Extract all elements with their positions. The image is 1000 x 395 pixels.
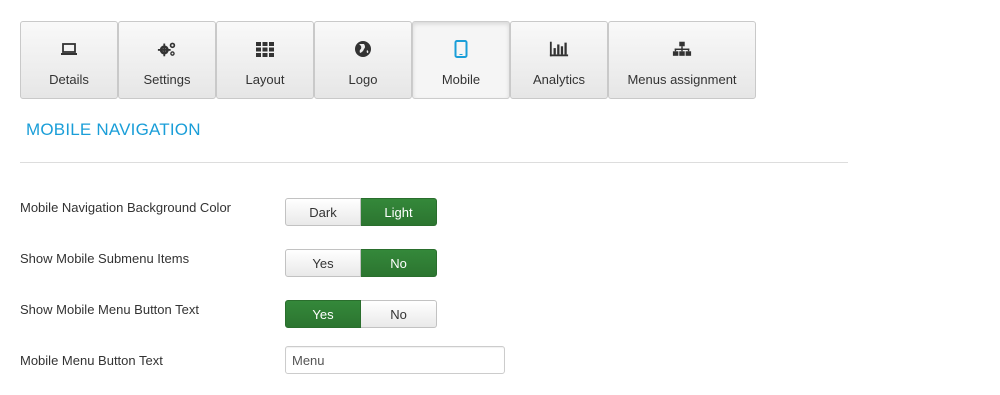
laptop-icon	[59, 40, 79, 58]
button-text-toggle: Yes No	[285, 300, 437, 328]
submenu-yes-option[interactable]: Yes	[285, 249, 361, 277]
tab-label: Logo	[348, 72, 378, 87]
bg-color-label: Mobile Navigation Background Color	[20, 200, 232, 215]
button-text-label: Mobile Menu Button Text	[20, 353, 163, 368]
tab-label: Menus assignment	[627, 72, 737, 87]
bg-color-toggle: Dark Light	[285, 198, 437, 226]
bar-chart-icon	[549, 40, 569, 58]
button-text-yes-option[interactable]: Yes	[285, 300, 361, 328]
tab-layout[interactable]: Layout	[216, 21, 314, 99]
submenu-label: Show Mobile Submenu Items	[20, 251, 190, 266]
tab-label: Mobile	[441, 72, 481, 87]
button-text-toggle-label: Show Mobile Menu Button Text	[20, 302, 199, 317]
submenu-no-option[interactable]: No	[361, 249, 437, 277]
dark-option[interactable]: Dark	[285, 198, 361, 226]
light-option[interactable]: Light	[361, 198, 437, 226]
grid-icon	[255, 40, 275, 58]
globe-icon	[353, 40, 373, 58]
cogs-icon	[157, 40, 177, 58]
button-text-input[interactable]	[285, 346, 505, 374]
tab-menus-assignment[interactable]: Menus assignment	[608, 21, 756, 99]
tab-label: Analytics	[532, 72, 586, 87]
tab-mobile[interactable]: Mobile	[412, 21, 510, 99]
submenu-toggle: Yes No	[285, 249, 437, 277]
tab-settings[interactable]: Settings	[118, 21, 216, 99]
tab-details[interactable]: Details	[20, 21, 118, 99]
tab-logo[interactable]: Logo	[314, 21, 412, 99]
sitemap-icon	[672, 40, 692, 58]
tab-label: Layout	[245, 72, 285, 87]
tab-bar: Details Settings Layout Logo Mobile Anal…	[20, 21, 756, 99]
tab-label: Details	[49, 72, 89, 87]
tab-analytics[interactable]: Analytics	[510, 21, 608, 99]
tab-label: Settings	[143, 72, 191, 87]
divider	[20, 162, 848, 163]
button-text-no-option[interactable]: No	[361, 300, 437, 328]
section-title: MOBILE NAVIGATION	[26, 120, 201, 139]
tablet-icon	[451, 40, 471, 58]
